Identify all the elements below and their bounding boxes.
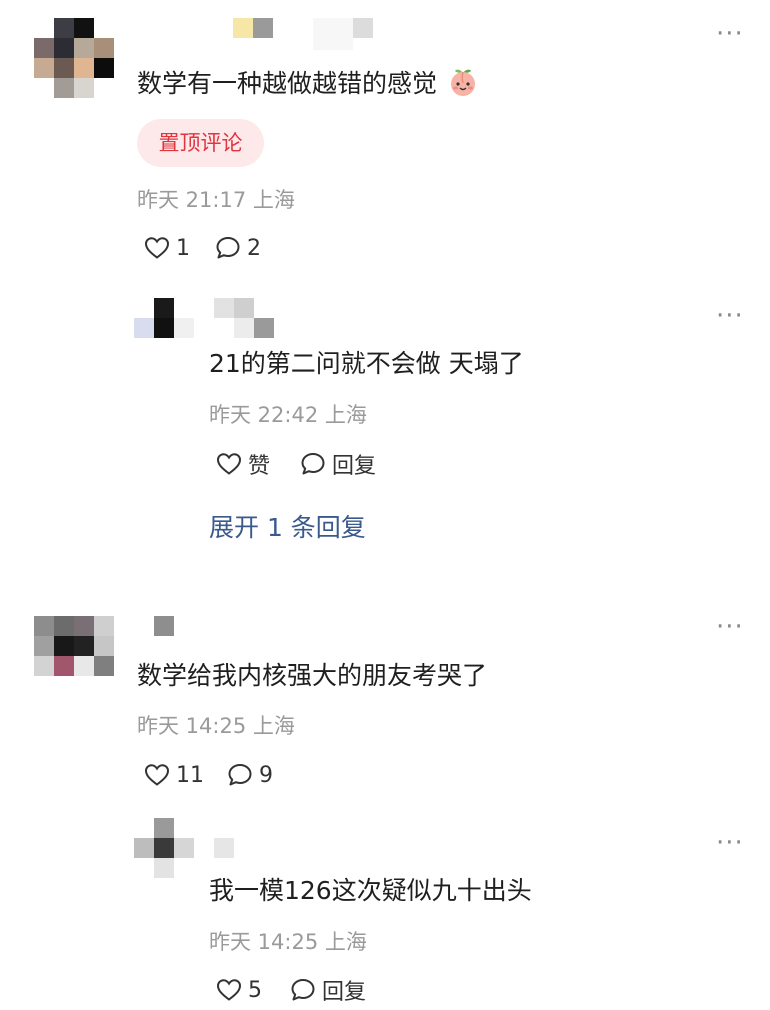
heart-outline-icon <box>144 764 170 786</box>
reply-avatar[interactable] <box>134 818 194 878</box>
like-button[interactable]: 赞 <box>216 449 270 479</box>
reply-count: 2 <box>247 235 261 261</box>
heart-outline-icon <box>216 979 242 1001</box>
reply-count: 9 <box>259 762 273 788</box>
user-badge-blurred <box>313 18 373 50</box>
expand-replies-link[interactable]: 展开 1 条回复 <box>209 510 366 546</box>
like-count: 11 <box>176 762 204 788</box>
heart-outline-icon <box>144 237 170 259</box>
comment-text: 数学给我内核强大的朋友考哭了 <box>137 661 488 690</box>
username-blurred[interactable] <box>233 18 273 38</box>
more-options-icon[interactable]: ··· <box>716 614 744 640</box>
like-button[interactable]: 1 <box>144 233 190 263</box>
like-button[interactable]: 5 <box>216 975 262 1005</box>
comment-bubble-icon <box>301 453 325 475</box>
more-options-icon[interactable]: ··· <box>716 303 744 329</box>
reply-timestamp-location: 昨天 14:25 上海 <box>209 930 367 954</box>
comment-bubble-icon <box>216 237 240 259</box>
reply-timestamp-location: 昨天 22:42 上海 <box>209 403 367 427</box>
avatar[interactable] <box>34 18 114 98</box>
comment-button[interactable]: 9 <box>227 760 273 790</box>
like-button[interactable]: 11 <box>144 760 204 790</box>
reply-button[interactable]: 回复 <box>290 975 366 1005</box>
peach-face-emoji-icon <box>447 66 479 108</box>
reply-text: 我一模126这次疑似九十出头 <box>209 876 532 905</box>
comment-timestamp-location: 昨天 21:17 上海 <box>137 188 295 212</box>
reply-label: 回复 <box>332 454 377 479</box>
like-count: 1 <box>176 235 190 261</box>
reply-username-blurred[interactable] <box>214 838 234 858</box>
like-label: 赞 <box>248 454 271 479</box>
comment-text: 数学有一种越做越错的感觉 <box>137 66 479 108</box>
like-count: 5 <box>248 977 262 1003</box>
username-blurred[interactable] <box>154 616 174 636</box>
reply-button[interactable]: 回复 <box>300 449 376 479</box>
avatar[interactable] <box>34 616 114 676</box>
comment-bubble-icon <box>291 979 315 1001</box>
more-options-icon[interactable]: ··· <box>716 21 744 47</box>
more-options-icon[interactable]: ··· <box>716 830 744 856</box>
comment-bubble-icon <box>228 764 252 786</box>
reply-avatar[interactable] <box>134 298 194 338</box>
reply-username-blurred[interactable] <box>214 298 274 338</box>
comment-timestamp-location: 昨天 14:25 上海 <box>137 714 295 738</box>
pinned-comment-badge: 置顶评论 <box>137 119 264 167</box>
reply-text: 21的第二问就不会做 天塌了 <box>209 349 524 378</box>
reply-label: 回复 <box>322 980 367 1005</box>
comment-button[interactable]: 2 <box>215 233 261 263</box>
heart-outline-icon <box>216 453 242 475</box>
